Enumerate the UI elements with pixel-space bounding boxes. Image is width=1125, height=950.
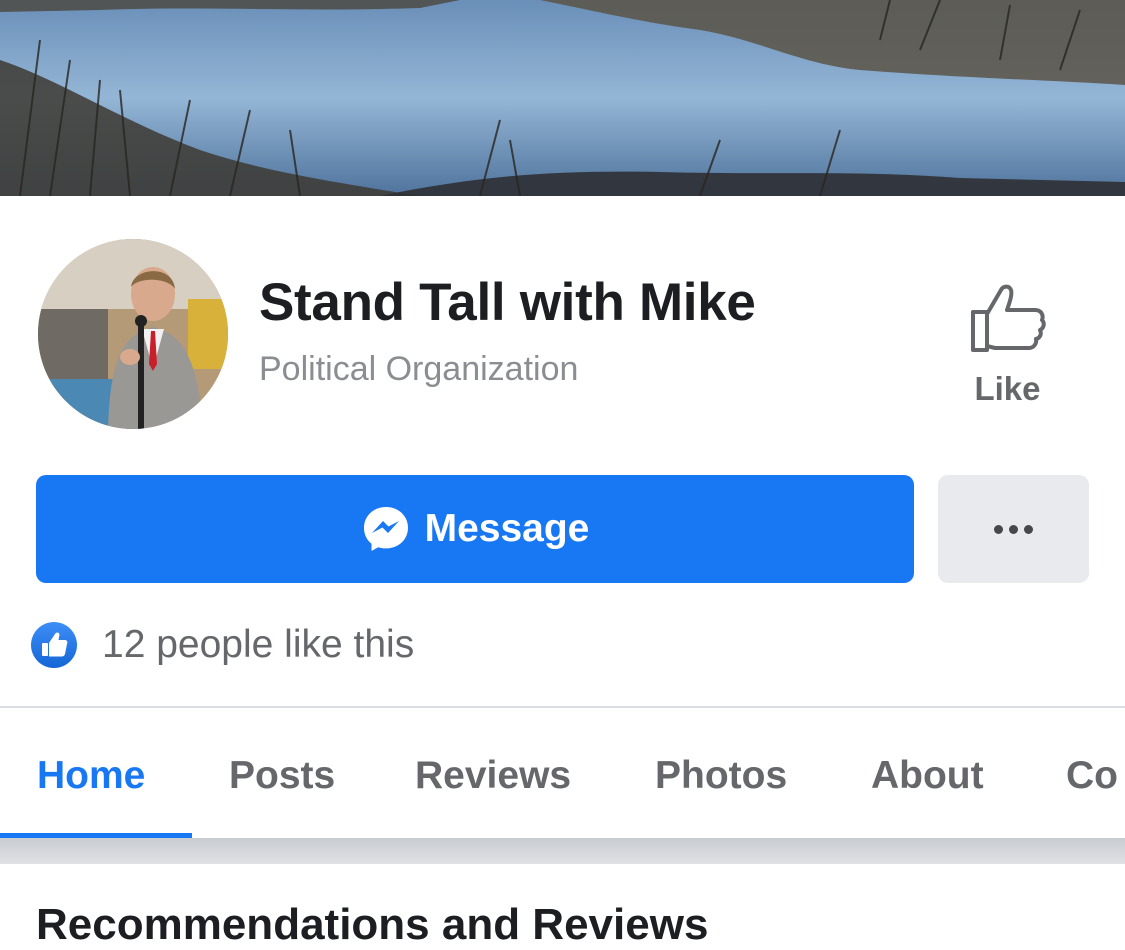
more-options-button[interactable] <box>938 475 1089 583</box>
tab-home[interactable]: Home <box>37 754 145 798</box>
more-dots-icon <box>991 524 1036 534</box>
like-button[interactable]: Like <box>950 282 1065 414</box>
page-title: Stand Tall with Mike <box>259 273 756 332</box>
cover-photo[interactable] <box>0 0 1125 196</box>
messenger-icon <box>363 507 408 551</box>
message-button-label: Message <box>424 507 590 550</box>
tab-community[interactable]: Co <box>1066 754 1118 798</box>
page-tabs: Home Posts Reviews Photos About Co <box>0 708 1125 838</box>
likes-summary[interactable]: 12 people like this <box>30 620 414 670</box>
section-separator <box>0 838 1125 864</box>
tab-about[interactable]: About <box>871 754 984 798</box>
page-category: Political Organization <box>259 350 579 388</box>
tab-reviews[interactable]: Reviews <box>415 754 571 798</box>
profile-photo[interactable] <box>38 239 228 429</box>
tab-photos[interactable]: Photos <box>655 754 787 798</box>
like-button-label: Like <box>974 370 1041 407</box>
thumbs-up-outline-icon <box>970 284 1046 352</box>
likes-count-text: 12 people like this <box>102 623 415 666</box>
tab-posts[interactable]: Posts <box>229 754 335 798</box>
like-badge-icon <box>31 622 77 668</box>
section-heading: Recommendations and Reviews <box>36 900 709 949</box>
message-button[interactable]: Message <box>36 475 914 583</box>
